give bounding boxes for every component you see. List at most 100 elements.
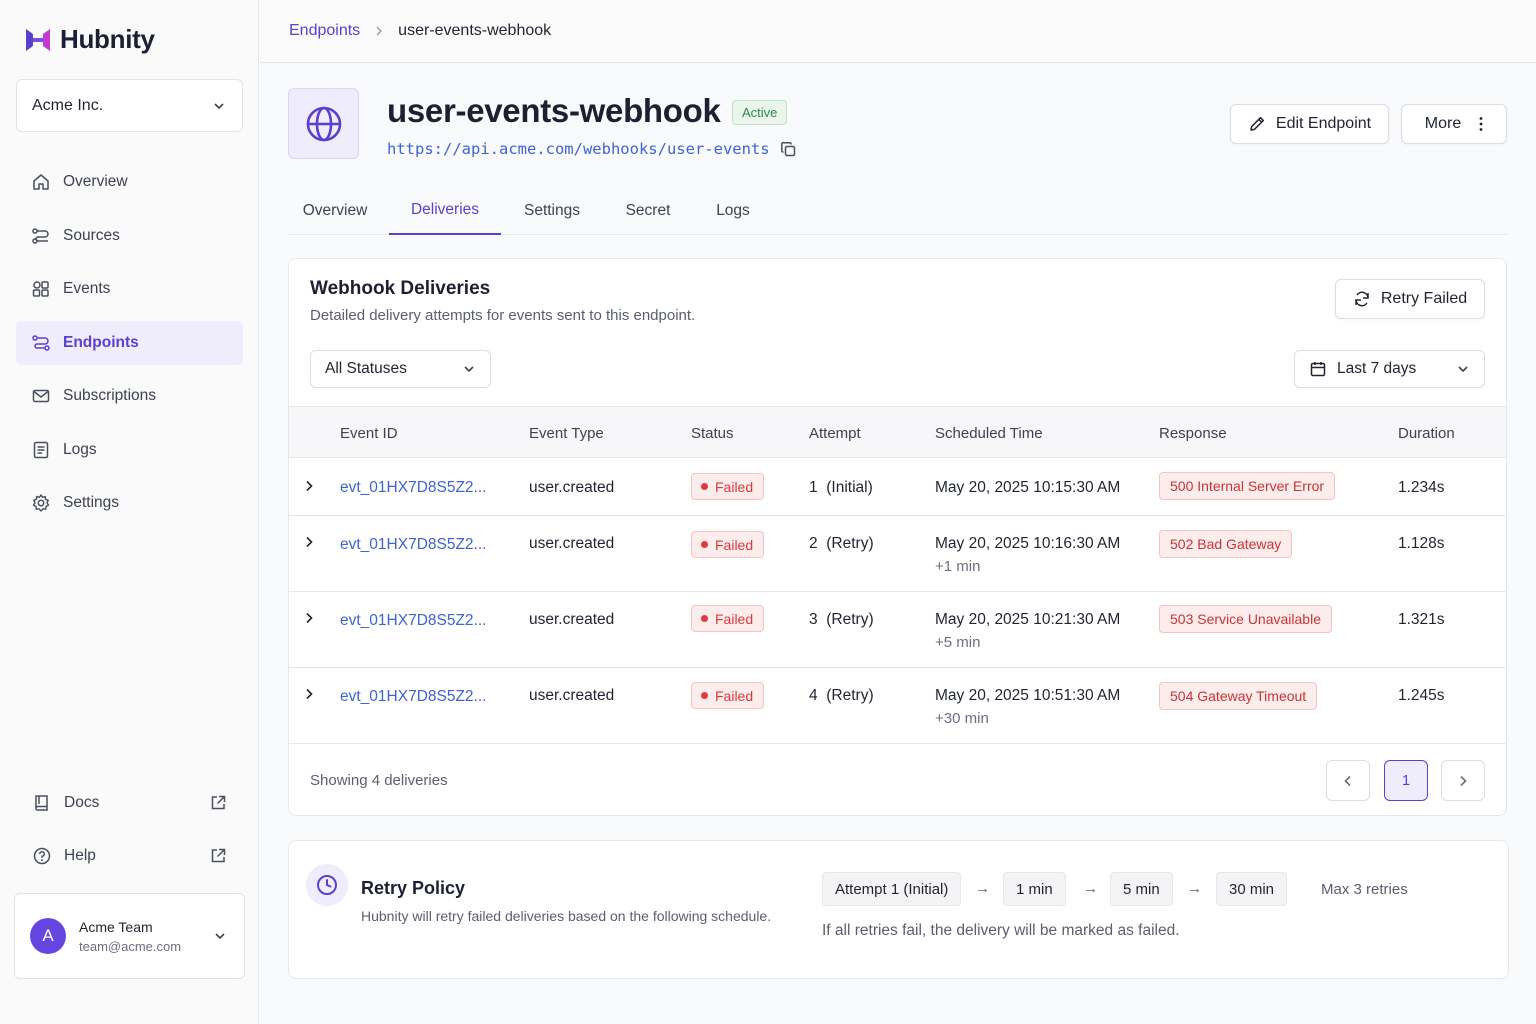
sidebar-item-label: Events: [63, 280, 111, 297]
external-link-icon: [211, 848, 226, 863]
scheduled-time-value: May 20, 2025 10:51:30 AM: [935, 687, 1121, 704]
endpoint-url-text: https://api.acme.com/webhooks/user-event…: [387, 140, 770, 158]
sidebar-item-logs[interactable]: Logs: [16, 428, 243, 472]
table-row[interactable]: evt_01HX7D8S5Z2... user.created Failed 2…: [289, 516, 1506, 592]
sidebar-nav: Overview Sources Events Endpoints Subscr…: [16, 160, 243, 535]
help-label: Help: [64, 847, 96, 864]
column-header: Event Type: [529, 425, 604, 442]
event-id-link[interactable]: evt_01HX7D8S5Z2...: [340, 612, 486, 630]
attempt-number: 4: [809, 687, 818, 704]
chevron-right-icon: [1460, 775, 1467, 786]
tab-secret[interactable]: Secret: [613, 186, 683, 235]
event-id-link[interactable]: evt_01HX7D8S5Z2...: [340, 536, 486, 554]
event-type: user.created: [529, 611, 615, 628]
sidebar-item-events[interactable]: Events: [16, 267, 243, 311]
sidebar-item-subscriptions[interactable]: Subscriptions: [16, 374, 243, 418]
chevron-down-icon: [214, 102, 224, 109]
status-filter-select[interactable]: All Statuses: [310, 350, 491, 388]
next-page-button[interactable]: [1441, 760, 1485, 801]
sidebar-link-docs[interactable]: Docs: [16, 781, 243, 825]
breadcrumb-endpoints-link[interactable]: Endpoints: [289, 22, 360, 40]
retry-step: 1 min: [1003, 872, 1066, 906]
sidebar-item-settings[interactable]: Settings: [16, 481, 243, 525]
pencil-icon: [1250, 116, 1264, 131]
status-dot: [701, 615, 708, 622]
edit-endpoint-button[interactable]: Edit Endpoint: [1230, 104, 1389, 144]
chevron-right-icon[interactable]: [303, 479, 315, 493]
clock-icon: [317, 875, 337, 895]
table-row[interactable]: evt_01HX7D8S5Z2... user.created Failed 3…: [289, 592, 1506, 668]
attempt: 1 (Initial): [809, 479, 873, 497]
column-header: Scheduled Time: [935, 425, 1043, 442]
user-menu[interactable]: A Acme Team team@acme.com: [14, 893, 245, 979]
tab-logs[interactable]: Logs: [702, 186, 764, 235]
retry-failed-button[interactable]: Retry Failed: [1335, 279, 1485, 319]
status-text: Failed: [715, 610, 754, 627]
table-row[interactable]: evt_01HX7D8S5Z2... user.created Failed 1…: [289, 458, 1506, 516]
endpoint-tabs: Overview Deliveries Settings Secret Logs: [288, 186, 1507, 235]
copy-icon[interactable]: [780, 141, 797, 158]
prev-page-button[interactable]: [1326, 760, 1370, 801]
scheduled-time: May 20, 2025 10:51:30 AM +30 min: [935, 687, 1120, 727]
more-button[interactable]: More: [1401, 104, 1507, 144]
sidebar-item-label: Settings: [63, 494, 120, 511]
column-header: Event ID: [340, 425, 398, 442]
edit-endpoint-label: Edit Endpoint: [1275, 115, 1372, 132]
logs-icon: [33, 441, 49, 458]
attempt-number: 1: [809, 479, 818, 496]
event-type: user.created: [529, 535, 615, 552]
column-header: Response: [1159, 425, 1227, 442]
status-badge: Failed: [691, 605, 765, 632]
date-range-value: Last 7 days: [1337, 360, 1417, 377]
scheduled-time: May 20, 2025 10:16:30 AM +1 min: [935, 535, 1120, 575]
table-row[interactable]: evt_01HX7D8S5Z2... user.created Failed 4…: [289, 668, 1506, 744]
brand-logo[interactable]: Hubnity: [24, 24, 155, 55]
tab-deliveries[interactable]: Deliveries: [389, 186, 501, 235]
column-header: Duration: [1398, 425, 1455, 442]
page-button-current[interactable]: 1: [1384, 760, 1428, 801]
chevron-right-icon[interactable]: [303, 611, 315, 625]
org-switcher[interactable]: Acme Inc.: [16, 79, 243, 132]
scheduled-time-value: May 20, 2025 10:16:30 AM: [935, 535, 1121, 552]
attempt-label: (Initial): [826, 479, 873, 496]
status-badge: Failed: [691, 473, 765, 500]
response-badge: 503 Service Unavailable: [1159, 605, 1332, 633]
sidebar-item-label: Endpoints: [63, 333, 139, 351]
more-label: More: [1424, 115, 1462, 132]
tab-settings[interactable]: Settings: [509, 186, 595, 235]
kebab-menu-icon: [1479, 117, 1483, 131]
response-badge: 502 Bad Gateway: [1159, 530, 1293, 558]
chevron-right-icon[interactable]: [303, 535, 315, 549]
duration: 1.321s: [1398, 611, 1445, 628]
status-badge: Failed: [691, 531, 765, 558]
event-type: user.created: [529, 479, 615, 496]
sidebar-item-sources[interactable]: Sources: [16, 214, 243, 258]
event-id-link[interactable]: evt_01HX7D8S5Z2...: [340, 688, 486, 706]
globe-icon: [306, 106, 341, 141]
retry-step: Attempt 1 (Initial): [822, 872, 962, 906]
sidebar-link-help[interactable]: Help: [16, 834, 243, 878]
chevron-down-icon: [464, 366, 474, 373]
sidebar-item-endpoints[interactable]: Endpoints: [16, 320, 243, 365]
event-type: user.created: [529, 687, 615, 704]
mail-icon: [32, 389, 50, 403]
attempt: 3 (Retry): [809, 611, 874, 629]
attempt-label: (Retry): [826, 611, 874, 628]
sidebar: Hubnity Acme Inc. Overview Sources Event…: [0, 0, 259, 1024]
chevron-right-icon[interactable]: [303, 687, 315, 701]
docs-label: Docs: [64, 794, 100, 811]
retry-delay: +30 min: [935, 710, 989, 727]
breadcrumb: Endpoints user-events-webhook: [289, 22, 551, 40]
event-id-link[interactable]: evt_01HX7D8S5Z2...: [340, 479, 486, 497]
date-range-select[interactable]: Last 7 days: [1294, 350, 1485, 388]
status-filter-value: All Statuses: [325, 360, 407, 377]
calendar-icon: [1310, 362, 1326, 377]
external-link-icon: [211, 795, 226, 810]
status-text: Failed: [715, 478, 754, 495]
endpoint-url[interactable]: https://api.acme.com/webhooks/user-event…: [387, 140, 797, 158]
tab-overview[interactable]: Overview: [288, 186, 382, 235]
table-header: Event ID Event Type Status Attempt Sched…: [289, 406, 1506, 458]
scheduled-time: May 20, 2025 10:21:30 AM +5 min: [935, 611, 1120, 651]
response-badge: 504 Gateway Timeout: [1159, 682, 1318, 710]
sidebar-item-overview[interactable]: Overview: [16, 160, 243, 204]
